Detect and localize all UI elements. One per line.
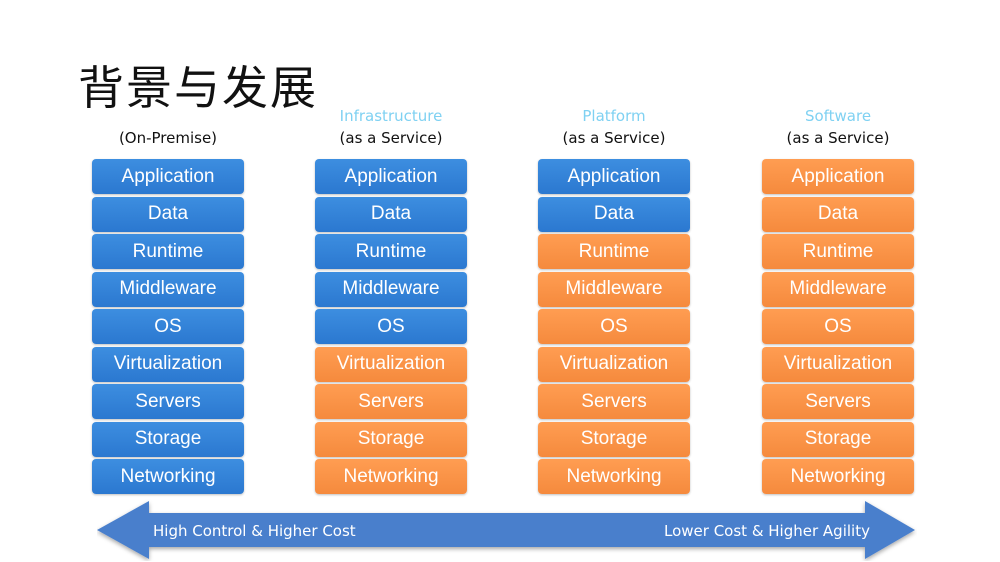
- layer-block-application: Application: [315, 159, 467, 194]
- column-sub-label: (as a Service): [786, 129, 890, 147]
- layer-block-networking: Networking: [538, 459, 690, 494]
- layer-block-virtualization: Virtualization: [538, 346, 690, 382]
- column-top-label: Infrastructure: [339, 107, 443, 125]
- layer-stack: Application Data Runtime Middleware OS Virtua…: [315, 159, 467, 497]
- arrow-right-label: Lower Cost & Higher Agility: [664, 522, 870, 540]
- layer-block-servers: Servers: [315, 384, 467, 419]
- layer-block-runtime: Runtime: [92, 234, 244, 269]
- layer-block-data: Data: [92, 196, 244, 232]
- layer-block-os: OS: [92, 309, 244, 344]
- layer-block-middleware: Middleware: [538, 271, 690, 307]
- layer-block-servers: Servers: [538, 384, 690, 419]
- layer-block-os: OS: [762, 309, 914, 344]
- layer-block-storage: Storage: [315, 421, 467, 457]
- layer-block-runtime: Runtime: [538, 234, 690, 269]
- layer-block-servers: Servers: [92, 384, 244, 419]
- column-sub-label: (On-Premise): [118, 129, 218, 147]
- layer-block-data: Data: [538, 196, 690, 232]
- layer-block-middleware: Middleware: [762, 271, 914, 307]
- layer-block-middleware: Middleware: [92, 271, 244, 307]
- layer-block-networking: Networking: [315, 459, 467, 494]
- layer-block-os: OS: [538, 309, 690, 344]
- layer-block-runtime: Runtime: [762, 234, 914, 269]
- layer-block-virtualization: Virtualization: [92, 346, 244, 382]
- arrow-left-label: High Control & Higher Cost: [153, 522, 356, 540]
- layer-block-middleware: Middleware: [315, 271, 467, 307]
- column-top-label: Platform: [582, 107, 646, 125]
- layer-block-storage: Storage: [92, 421, 244, 457]
- layer-block-networking: Networking: [92, 459, 244, 494]
- layer-block-virtualization: Virtualization: [315, 346, 467, 382]
- layer-stack: Application Data Runtime Middleware OS Virtua…: [762, 159, 914, 497]
- column-top-label: Software: [804, 107, 872, 125]
- layer-block-storage: Storage: [538, 421, 690, 457]
- column-sub-label: (as a Service): [339, 129, 443, 147]
- layer-stack: Application Data Runtime Middleware OS Virtua…: [92, 159, 244, 497]
- layer-block-os: OS: [315, 309, 467, 344]
- layer-block-networking: Networking: [762, 459, 914, 494]
- layer-block-data: Data: [315, 196, 467, 232]
- layer-block-application: Application: [762, 159, 914, 194]
- layer-stack: Application Data Runtime Middleware OS Virtua…: [538, 159, 690, 497]
- layer-block-virtualization: Virtualization: [762, 346, 914, 382]
- layer-block-application: Application: [538, 159, 690, 194]
- column-sub-label: (as a Service): [562, 129, 666, 147]
- layer-block-servers: Servers: [762, 384, 914, 419]
- layer-block-storage: Storage: [762, 421, 914, 457]
- layer-block-application: Application: [92, 159, 244, 194]
- layer-block-runtime: Runtime: [315, 234, 467, 269]
- layer-block-data: Data: [762, 196, 914, 232]
